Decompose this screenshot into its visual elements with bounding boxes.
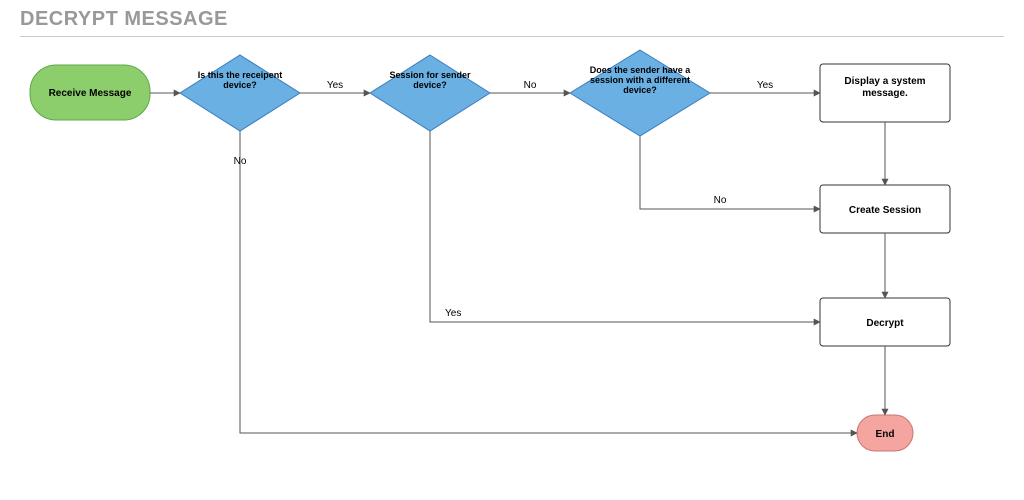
label-q2-yes: Yes: [445, 308, 461, 319]
label-q3-no: No: [714, 195, 727, 206]
label-q1-yes: Yes: [327, 80, 343, 91]
node-sender-has-other-session: Does the sender have a session with a di…: [570, 50, 710, 136]
edge-q2-yes: [430, 131, 820, 322]
node-q3-label: Does the sender have a session with a di…: [580, 66, 700, 96]
node-is-recipient-device: Is this the receipent device?: [180, 55, 300, 131]
node-q2-label: Session for sender device?: [380, 70, 480, 91]
node-display-label: Display a system message.: [825, 76, 945, 100]
node-receive-label: Receive Message: [49, 88, 132, 99]
node-create-session-label: Create Session: [849, 205, 921, 216]
label-q2-no: No: [524, 80, 537, 91]
node-session-for-sender: Session for sender device?: [370, 55, 490, 131]
node-receive-message: Receive Message: [30, 65, 150, 120]
node-end: End: [857, 415, 913, 451]
node-create-session: Create Session: [820, 185, 950, 233]
label-q1-no: No: [234, 156, 247, 167]
node-decrypt-label: Decrypt: [866, 318, 904, 329]
diagram-canvas: DECRYPT MESSAGE Receive Message Is this …: [0, 0, 1024, 500]
node-end-label: End: [876, 429, 895, 440]
edge-q3-no: [640, 136, 820, 209]
node-decrypt: Decrypt: [820, 298, 950, 346]
edge-q1-no: [240, 131, 857, 433]
label-q3-yes: Yes: [757, 80, 773, 91]
node-q1-label: Is this the receipent device?: [190, 70, 290, 91]
flowchart-svg: Receive Message Is this the receipent de…: [0, 0, 1024, 500]
node-display-system-message: Display a system message.: [820, 64, 950, 122]
